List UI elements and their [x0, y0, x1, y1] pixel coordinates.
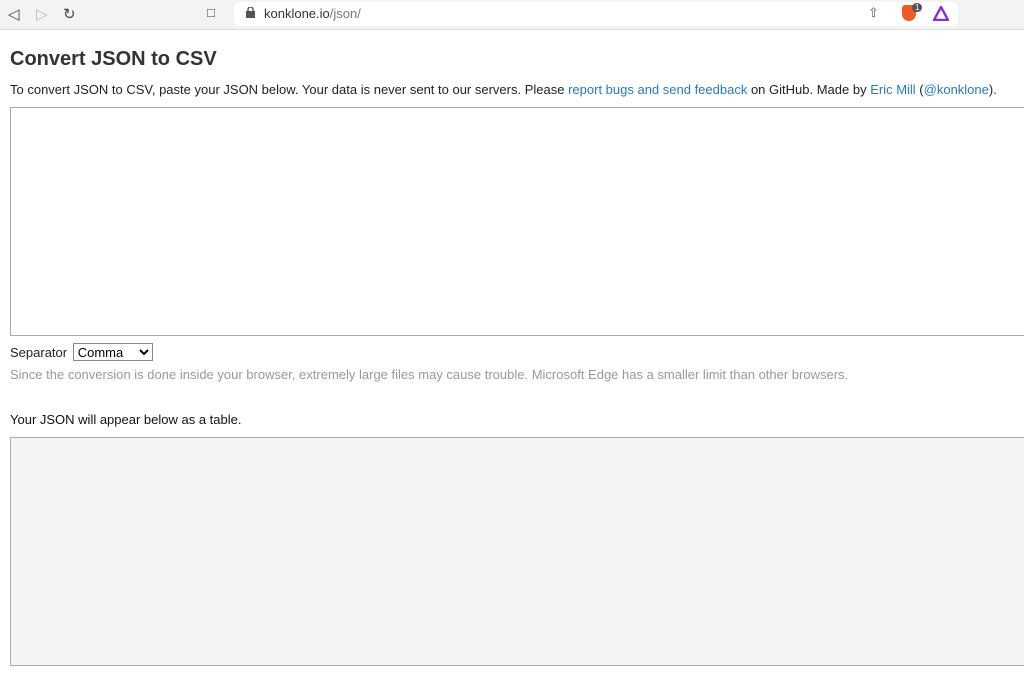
output-table-area	[10, 437, 1024, 666]
size-warning-note: Since the conversion is done inside your…	[10, 367, 849, 382]
lock-icon	[246, 7, 255, 18]
table-heading: Your JSON will appear below as a table.	[10, 412, 242, 427]
intro-part: (	[915, 82, 924, 97]
intro-text: To convert JSON to CSV, paste your JSON …	[10, 82, 997, 97]
json-input[interactable]	[10, 107, 1024, 336]
reload-icon[interactable]: ↻	[63, 5, 76, 23]
twitter-link[interactable]: @konklone	[924, 82, 989, 97]
url-host: konklone.io	[264, 6, 330, 21]
address-bar[interactable]: konklone.io/json/ ⇧ 1	[234, 2, 958, 26]
brave-rewards-icon[interactable]	[933, 6, 949, 21]
forward-icon[interactable]: ▷	[36, 5, 48, 23]
intro-part: on GitHub. Made by	[747, 82, 871, 97]
separator-row: Separator Comma	[10, 343, 153, 361]
intro-part: To convert JSON to CSV, paste your JSON …	[10, 82, 569, 97]
url-path: /json/	[329, 6, 361, 21]
feedback-link[interactable]: report bugs and send feedback	[568, 82, 747, 97]
author-link[interactable]: Eric Mill	[870, 82, 916, 97]
separator-select[interactable]: Comma	[72, 343, 153, 361]
page-title: Convert JSON to CSV	[10, 48, 217, 70]
intro-part: ).	[988, 82, 997, 97]
back-icon[interactable]: ◁	[8, 5, 20, 23]
separator-label: Separator	[10, 345, 68, 360]
share-icon[interactable]: ⇧	[868, 5, 879, 21]
browser-toolbar: ◁ ▷ ↻ □ konklone.io/json/ ⇧ 1	[0, 0, 1024, 30]
brave-badge: 1	[912, 3, 923, 12]
bookmark-icon[interactable]: □	[207, 5, 215, 20]
